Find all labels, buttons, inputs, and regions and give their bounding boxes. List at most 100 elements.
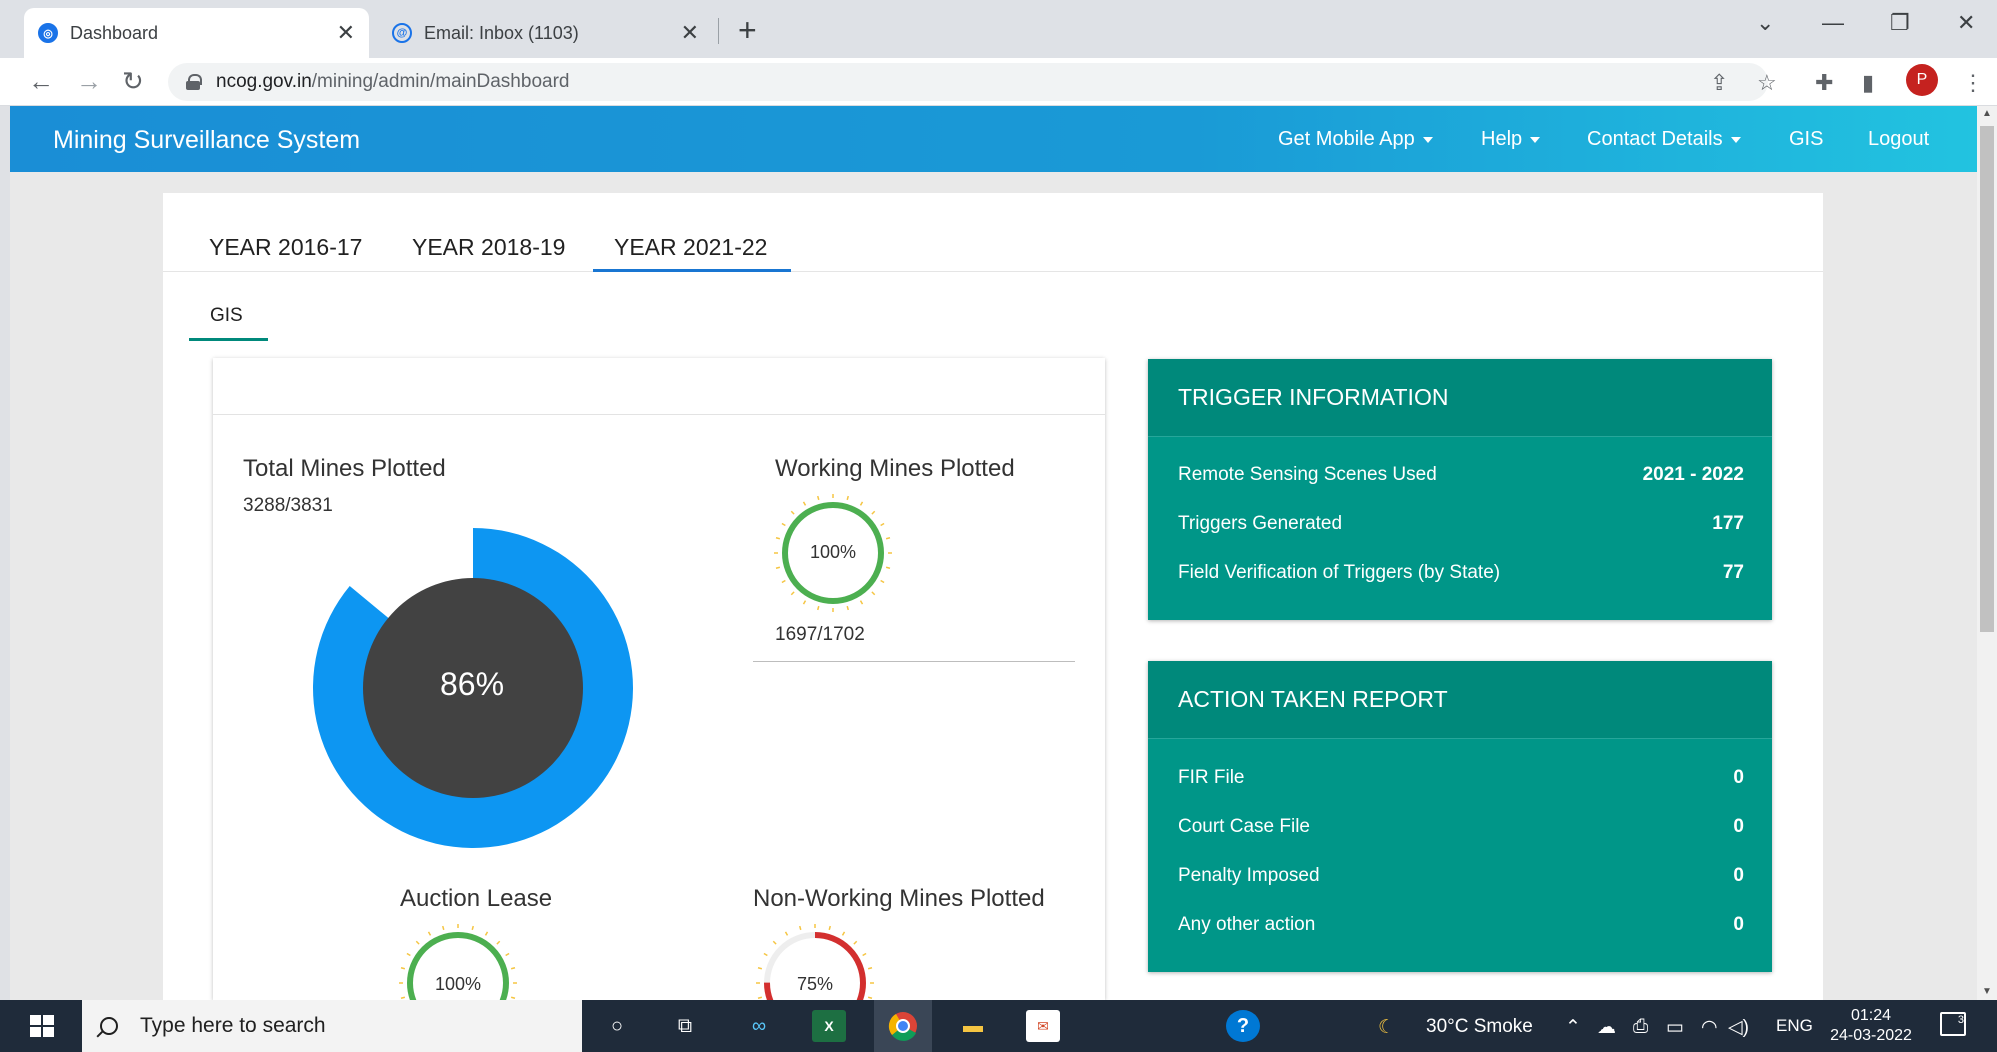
info-value: 77 (1722, 561, 1744, 583)
taskbar-search-input[interactable]: Type here to search (82, 1000, 582, 1052)
weather-text[interactable]: 30°C Smoke (1426, 1016, 1533, 1038)
caret-down-icon (1730, 136, 1741, 143)
close-icon[interactable]: ✕ (337, 20, 355, 46)
back-button[interactable]: ← (28, 66, 54, 97)
weather-icon[interactable]: ☾ (1378, 1016, 1395, 1039)
chrome-logo-icon (888, 1012, 917, 1041)
forward-button[interactable]: → (76, 66, 102, 97)
gauge-tick (790, 591, 795, 596)
info-label: Triggers Generated (1178, 512, 1343, 534)
nav-help[interactable]: Help (1481, 128, 1541, 151)
show-hidden-icons-icon[interactable]: ⌃ (1565, 1016, 1581, 1039)
restore-button[interactable]: ❐ (1890, 10, 1910, 36)
language-indicator[interactable]: ENG (1776, 1016, 1813, 1036)
nav-contact-details[interactable]: Contact Details (1587, 128, 1741, 151)
caret-down-icon (1530, 136, 1541, 143)
gauge-tick (859, 501, 864, 506)
gauge-tick (802, 600, 807, 605)
taskbar-clock[interactable]: 01:24 24-03-2022 (1826, 1006, 1916, 1046)
volume-icon[interactable]: ◁) (1728, 1016, 1749, 1039)
nav-label: Help (1481, 128, 1523, 150)
help-icon[interactable]: ? (1226, 1010, 1260, 1042)
notifications-icon[interactable]: 3 (1940, 1012, 1966, 1036)
gauge-tick (871, 510, 876, 515)
windows-taskbar: Type here to search ○ ⧉ ∞ X ▬ ✉ ? ☾ 30°C… (0, 1000, 1997, 1052)
gauge-tick (853, 940, 858, 945)
excel-icon[interactable]: X (812, 1010, 846, 1042)
tab-email[interactable]: @ Email: Inbox (1103) ✕ (378, 8, 713, 58)
windows-start-icon[interactable] (30, 1015, 54, 1037)
clock-date: 24-03-2022 (1830, 1027, 1912, 1044)
gauge-tick (400, 967, 406, 970)
reload-button[interactable]: ↻ (122, 66, 144, 97)
gis-tab-indicator (189, 338, 268, 341)
gauge-tick (442, 925, 445, 931)
chrome-icon[interactable] (886, 1010, 920, 1042)
profile-avatar[interactable]: P (1906, 64, 1938, 96)
tab-title: Email: Inbox (1103) (424, 22, 579, 43)
tab-year-2021-22[interactable]: YEAR 2021-22 (614, 234, 767, 261)
gauge-tick (415, 940, 420, 945)
close-icon[interactable]: ✕ (681, 20, 699, 46)
scroll-down-arrow-icon[interactable]: ▼ (1982, 986, 1992, 997)
scroll-thumb[interactable] (1980, 126, 1994, 632)
gauge-tick (841, 931, 846, 936)
caret-down-icon (1422, 136, 1433, 143)
app-header: Mining Surveillance System Get Mobile Ap… (10, 106, 1977, 172)
gauge-tick (406, 952, 411, 957)
trigger-information-title: TRIGGER INFORMATION (1148, 359, 1772, 437)
page-scrollbar[interactable]: ▲ ▼ (1977, 106, 1997, 1000)
brand-title[interactable]: Mining Surveillance System (53, 126, 360, 155)
gauge-tick (427, 931, 432, 936)
trigger-information-card: TRIGGER INFORMATION Remote Sensing Scene… (1148, 359, 1772, 620)
outlook-icon[interactable]: ✉ (1026, 1010, 1060, 1042)
battery-icon[interactable]: ▭ (1666, 1016, 1684, 1039)
gauge-tick (828, 925, 831, 931)
nav-gis[interactable]: GIS (1789, 128, 1823, 151)
scroll-up-arrow-icon[interactable]: ▲ (1982, 108, 1992, 119)
working-mines-count: 1697/1702 (775, 624, 865, 645)
gauge-tick (757, 967, 763, 970)
nav-get-mobile-app[interactable]: Get Mobile App (1278, 128, 1433, 151)
total-mines-title: Total Mines Plotted (243, 455, 446, 482)
info-label: Any other action (1178, 913, 1316, 935)
bookmark-star-icon[interactable]: ☆ (1757, 70, 1777, 96)
menu-icon[interactable]: ⋮ (1962, 70, 1984, 96)
lock-icon[interactable] (186, 74, 202, 90)
file-explorer-icon[interactable]: ▬ (956, 1010, 990, 1042)
search-placeholder: Type here to search (140, 1014, 326, 1037)
search-icon (100, 1017, 118, 1035)
meet-now-icon[interactable]: ⎙ (1633, 1016, 1648, 1038)
tab-search-icon[interactable]: ⌄ (1756, 10, 1774, 36)
info-row: Triggers Generated 177 (1148, 499, 1772, 548)
tab-gis[interactable]: GIS (210, 305, 243, 327)
side-panel-icon[interactable]: ▮ (1862, 70, 1874, 96)
nav-logout[interactable]: Logout (1868, 128, 1929, 151)
gauge-tick (775, 566, 781, 569)
new-tab-button[interactable]: + (738, 14, 757, 46)
panel-header-divider (213, 414, 1105, 415)
address-bar[interactable]: ncog.gov.in/mining/admin/mainDashboard (168, 63, 1768, 101)
cortana-icon[interactable]: ○ (600, 1010, 634, 1042)
tab-dashboard[interactable]: ◎ Dashboard ✕ (24, 8, 369, 58)
wifi-icon[interactable]: ◠ (1701, 1016, 1718, 1039)
action-taken-report-title: ACTION TAKEN REPORT (1148, 661, 1772, 739)
extensions-icon[interactable]: ✚ (1815, 70, 1833, 96)
tab-year-2016-17[interactable]: YEAR 2016-17 (209, 234, 362, 261)
share-icon[interactable]: ⇪ (1710, 70, 1728, 96)
gauge-tick (846, 495, 849, 501)
gauge-tick (802, 501, 807, 506)
gauge-tick (862, 952, 867, 957)
clock-time: 01:24 (1850, 1007, 1892, 1024)
task-view-icon[interactable]: ⧉ (668, 1010, 702, 1042)
tab-year-2018-19[interactable]: YEAR 2018-19 (412, 234, 565, 261)
gauge-tick (510, 996, 516, 999)
webex-icon[interactable]: ∞ (742, 1010, 776, 1042)
gauge-tick (471, 925, 474, 931)
onedrive-icon[interactable]: ☁ (1597, 1016, 1616, 1039)
tab-title: Dashboard (70, 22, 159, 43)
close-window-button[interactable]: ✕ (1957, 10, 1975, 36)
minimize-button[interactable]: — (1822, 10, 1844, 36)
working-mines-percent: 100% (809, 542, 857, 562)
info-row: Any other action 0 (1148, 900, 1772, 949)
